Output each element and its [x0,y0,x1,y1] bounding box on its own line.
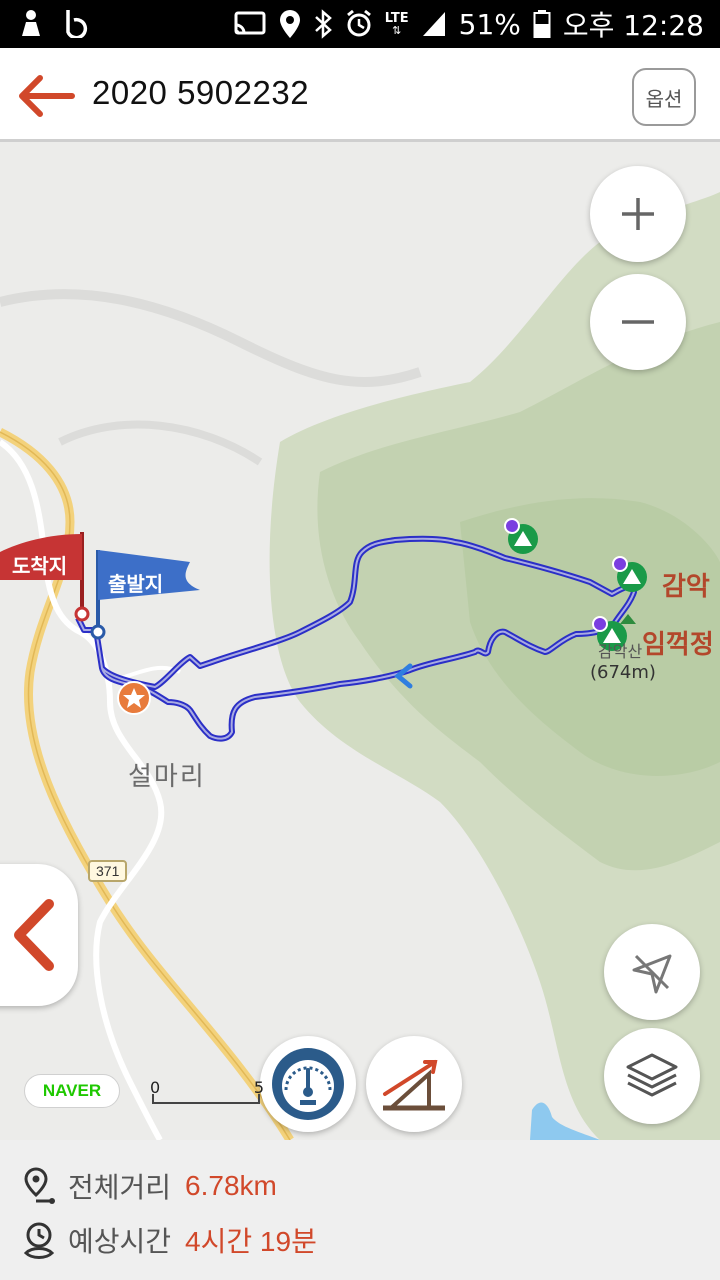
scale-line [152,1094,260,1104]
layers-icon [626,1053,678,1097]
bluetooth-icon [314,9,332,39]
peak-elevation: (674m) [590,662,656,683]
chevron-left-icon [14,899,54,971]
scale-end-label: 5 [253,1078,264,1097]
route-header: 2020 5902232 옵션 [0,48,720,142]
route-distance-icon [24,1167,55,1204]
cast-icon [234,11,266,35]
speedometer-icon [272,1048,344,1120]
signal-icon [422,12,445,36]
speedometer-button[interactable] [260,1036,356,1132]
road-number-badge: 371 [88,860,128,882]
elevation-chart-icon [383,1060,445,1111]
peak-label-gamak: 감악 [662,572,710,602]
peak-name-partial: 감악산 [598,642,643,661]
zoom-in-button[interactable] [590,166,686,262]
peak-label-imkkeokjeong: 임꺽정 [642,630,714,660]
option-button[interactable]: 옵션 [632,68,696,126]
location-icon [279,10,300,38]
naver-logo: NAVER [24,1074,120,1108]
route-title: 2020 5902232 [92,74,310,111]
b-icon [66,10,88,38]
route-summary: 전체거리 6.78km 예상시간 4시간 19분 [0,1140,720,1280]
layers-button[interactable] [604,1028,700,1124]
distance-row: 전체거리 6.78km [22,1166,277,1206]
status-bar: LTE ⇅ 51% 오후 12:28 [0,0,720,48]
battery-icon [533,10,551,38]
place-label-seolmari: 설마리 [128,762,206,792]
zoom-out-icon [622,320,654,324]
person-icon [22,10,40,36]
clock: 오후 12:28 [562,9,704,42]
time-row: 예상시간 4시간 19분 [22,1220,317,1260]
time-label: 예상시간 [68,1225,172,1258]
zoom-in-icon [622,198,654,230]
zoom-out-button[interactable] [590,274,686,370]
network-type: LTE ⇅ [384,11,409,37]
departure-flag-label: 출발지 [108,572,164,596]
back-arrow-icon [19,75,75,117]
arrival-flag-label: 도착지 [12,554,68,578]
scale-bar: 0 5 [150,1078,264,1106]
side-panel-toggle[interactable] [0,864,78,1006]
elevation-button[interactable] [366,1036,462,1132]
battery-percent: 51% [458,7,521,41]
distance-value: 6.78km [185,1170,277,1201]
back-button[interactable] [14,70,76,122]
distance-label: 전체거리 [68,1171,172,1204]
compass-off-icon [632,954,672,994]
time-value: 4시간 19분 [185,1226,317,1257]
compass-button[interactable] [604,924,700,1020]
map-view[interactable]: 도착지 출발지 설마리 371 감악 임꺽정 감악산 (674m) NAVER … [0,142,720,1140]
alarm-icon [346,9,371,37]
route-time-icon [23,1222,55,1259]
scale-start-label: 0 [150,1078,161,1097]
poi-marker [117,681,151,715]
